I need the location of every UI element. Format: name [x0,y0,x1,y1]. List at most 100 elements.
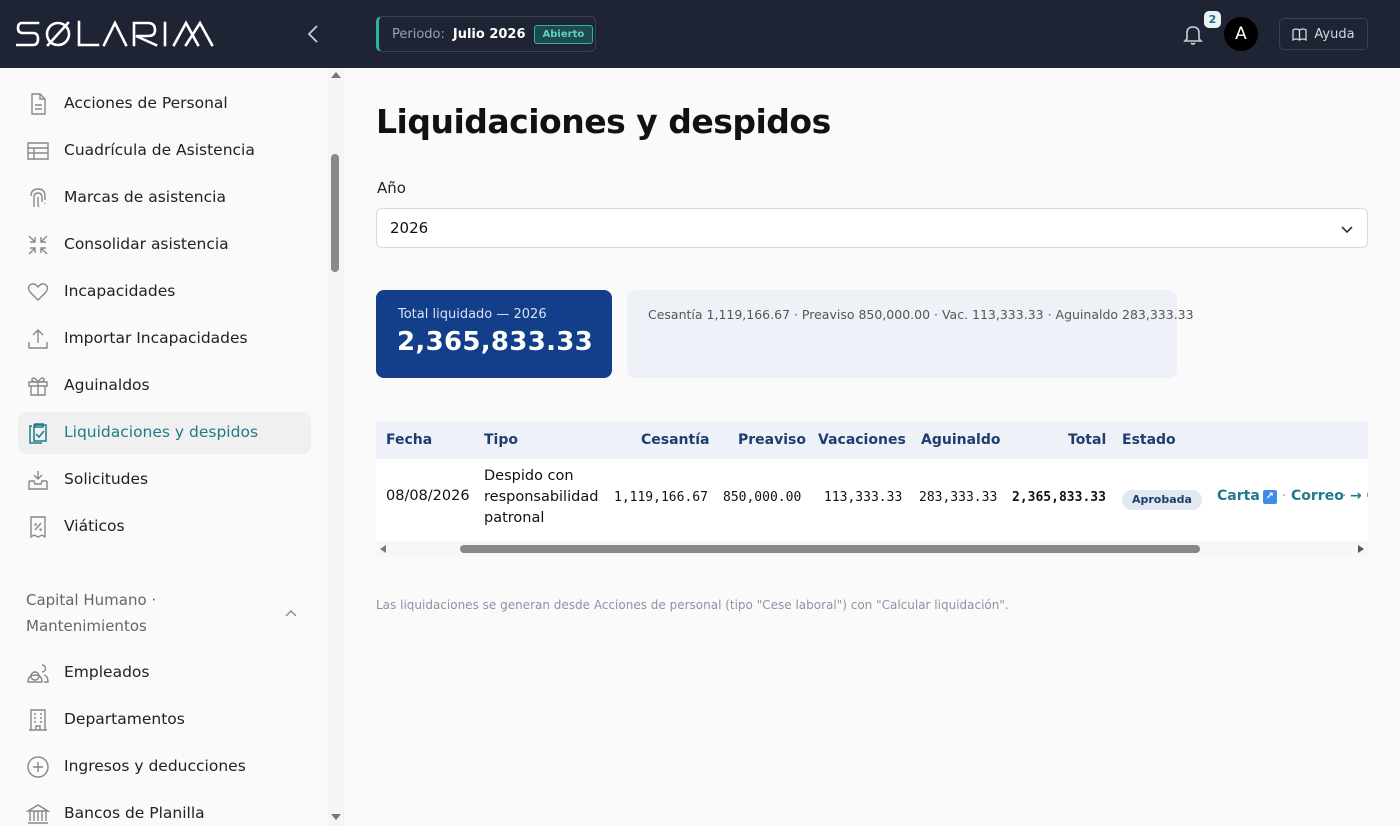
sidebar-item-label: Bancos de Planilla [64,804,205,822]
external-link-icon: ↗ [1262,490,1277,504]
collapse-sidebar-button[interactable] [300,20,326,48]
breakdown-text: Cesantía 1,119,166.67 · Preaviso 850,000… [648,307,1194,322]
column-header-cesantia[interactable]: Cesantía [641,432,709,448]
sidebar-item-aguinaldos[interactable]: Aguinaldos [18,365,311,407]
year-select[interactable]: 2026 [376,208,1368,248]
sidebar-item-liquidaciones-y-despidos[interactable]: Liquidaciones y despidos [18,412,311,454]
sidebar-item-cuadricula-de-asistencia[interactable]: Cuadrícula de Asistencia [18,130,311,172]
cell-fecha: 08/08/2026 [386,488,470,504]
sidebar-item-label: Ingresos y deducciones [64,757,246,775]
plus-circle-icon [27,756,49,778]
sidebar-item-label: Consolidar asistencia [64,235,229,253]
solaria-logo[interactable] [16,16,232,52]
sidebar-item-consolidar-asistencia[interactable]: Consolidar asistencia [18,224,311,266]
column-header-aguinaldo[interactable]: Aguinaldo [921,432,1000,448]
table-grid-icon [27,142,49,160]
sidebar-item-viaticos[interactable]: Viáticos [18,506,311,548]
top-bar: Periodo: Julio 2026 Abierto 2 A Ayuda [0,0,1400,68]
carta-link[interactable]: Carta ↗ [1217,488,1277,504]
cell-cesantia: 1,119,166.67 [614,490,708,505]
cell-total: 2,365,833.33 [1012,490,1106,505]
cell-aguinaldo: 283,333.33 [919,490,998,505]
sidebar-item-label: Viáticos [64,517,125,535]
sidebar-item-solicitudes[interactable]: Solicitudes [18,459,311,501]
scroll-left-arrow-icon[interactable] [380,545,386,553]
chevron-left-icon [307,25,318,43]
total-card-value: 2,365,833.33 [397,327,594,357]
section-capital-humano-mantenimientos[interactable]: Capital Humano · Mantenimientos [26,587,306,639]
sidebar-item-label: Importar Incapacidades [64,329,248,347]
section-title-line1: Capital Humano · [26,591,157,609]
total-liquidado-card: Total liquidado — 2026 2,365,833.33 [376,290,612,378]
cell-tipo-line1: Despido con [484,468,574,484]
sidebar-item-label: Acciones de Personal [64,94,228,112]
breakdown-card: Cesantía 1,119,166.67 · Preaviso 850,000… [627,290,1194,378]
book-icon [1292,27,1308,41]
cell-preaviso: 850,000.00 [723,490,802,505]
sidebar-item-label: Liquidaciones y despidos [64,423,259,441]
user-avatar[interactable]: A [1224,17,1258,51]
main-content: Liquidaciones y despidos Año 2026 Total … [344,68,1400,826]
section-title-line2: Mantenimientos [26,617,147,635]
notifications-bell-icon[interactable] [1181,22,1205,46]
sidebar-item-label: Aguinaldos [64,376,150,394]
scroll-down-arrow-icon[interactable] [331,814,341,820]
chevron-up-icon[interactable] [284,606,298,620]
sidebar-item-departamentos[interactable]: Departamentos [18,699,311,741]
cell-tipo-line3: patronal [484,510,545,526]
notification-count-badge: 2 [1204,11,1221,28]
period-value: Julio 2026 [452,26,526,42]
sidebar-item-empleados[interactable]: Empleados [18,652,311,694]
clipboard-check-icon [29,423,47,444]
carta-link-label: Carta [1217,488,1260,504]
page-title: Liquidaciones y despidos [376,102,831,141]
link-separator: · [1342,488,1347,504]
liquidaciones-table: Fecha Tipo Cesantía Preaviso Vacaciones … [376,421,1368,561]
table-row[interactable]: 08/08/2026 Despido con responsabilidad p… [376,459,1368,541]
column-header-total[interactable]: Total [1068,432,1106,448]
bank-icon [26,804,50,824]
sidebar-item-label: Cuadrícula de Asistencia [64,141,255,159]
period-status-badge: Abierto [533,24,594,44]
table-header: Fecha Tipo Cesantía Preaviso Vacaciones … [376,421,1368,459]
help-button[interactable]: Ayuda [1279,18,1368,50]
users-icon [27,664,49,683]
more-action-link[interactable]: → C [1350,488,1368,504]
sidebar-item-marcas-de-asistencia[interactable]: Marcas de asistencia [18,177,311,219]
document-icon [31,93,46,115]
table-horizontal-scrollbar[interactable] [376,541,1368,557]
sidebar-item-bancos-de-planilla[interactable]: Bancos de Planilla [18,793,311,826]
sidebar-item-importar-incapacidades[interactable]: Importar Incapacidades [18,318,311,360]
column-header-tipo[interactable]: Tipo [484,432,518,448]
sidebar-item-ingresos-y-deducciones[interactable]: Ingresos y deducciones [18,746,311,788]
column-header-estado[interactable]: Estado [1122,432,1176,448]
table-scroll-thumb[interactable] [460,545,1200,553]
year-label: Año [377,179,406,197]
correo-link[interactable]: Correo [1291,488,1344,504]
heart-icon [27,283,49,301]
footnote: Las liquidaciones se generan desde Accio… [376,598,1009,612]
building-icon [29,709,47,731]
sidebar-scroll-thumb[interactable] [331,154,339,272]
column-header-fecha[interactable]: Fecha [386,432,432,448]
compress-arrows-icon [28,235,48,255]
sidebar-item-label: Incapacidades [64,282,176,300]
period-label: Periodo: [392,26,445,42]
sidebar-item-incapacidades[interactable]: Incapacidades [18,271,311,313]
gift-icon [28,377,48,396]
percent-receipt-icon [30,516,46,539]
sidebar: Acciones de Personal Cuadrícula de Asist… [0,68,344,826]
column-header-preaviso[interactable]: Preaviso [738,432,806,448]
year-select-value: 2026 [390,219,429,237]
column-header-vacaciones[interactable]: Vacaciones [818,432,906,448]
cell-vacaciones: 113,333.33 [824,490,903,505]
upload-icon [28,329,48,349]
cell-tipo-line2: responsabilidad [484,489,599,505]
link-separator: · [1282,488,1287,504]
inbox-icon [28,471,48,490]
sidebar-item-acciones-de-personal[interactable]: Acciones de Personal [18,83,311,125]
status-badge: Aprobada [1122,490,1202,510]
period-indicator[interactable]: Periodo: Julio 2026 Abierto [376,16,596,52]
scroll-up-arrow-icon[interactable] [331,72,341,78]
scroll-right-arrow-icon[interactable] [1358,545,1364,553]
